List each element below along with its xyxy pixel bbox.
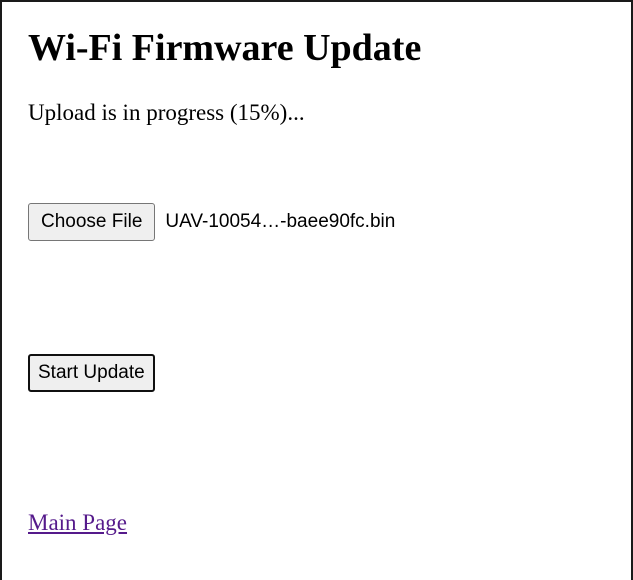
upload-status-text: Upload is in progress (15%)... — [28, 100, 305, 125]
start-update-button[interactable]: Start Update — [28, 354, 155, 392]
selected-file-name: UAV-10054…-baee90fc.bin — [165, 211, 396, 232]
choose-file-button[interactable]: Choose File — [28, 203, 156, 241]
main-page-link[interactable]: Main Page — [28, 510, 127, 536]
page-title: Wi-Fi Firmware Update — [28, 27, 422, 69]
file-input: Choose File UAV-10054…-baee90fc.bin — [28, 203, 395, 241]
update-form: Wi-Fi Firmware Update Upload is in progr… — [28, 20, 621, 535]
page-frame: Wi-Fi Firmware Update Upload is in progr… — [0, 0, 633, 580]
